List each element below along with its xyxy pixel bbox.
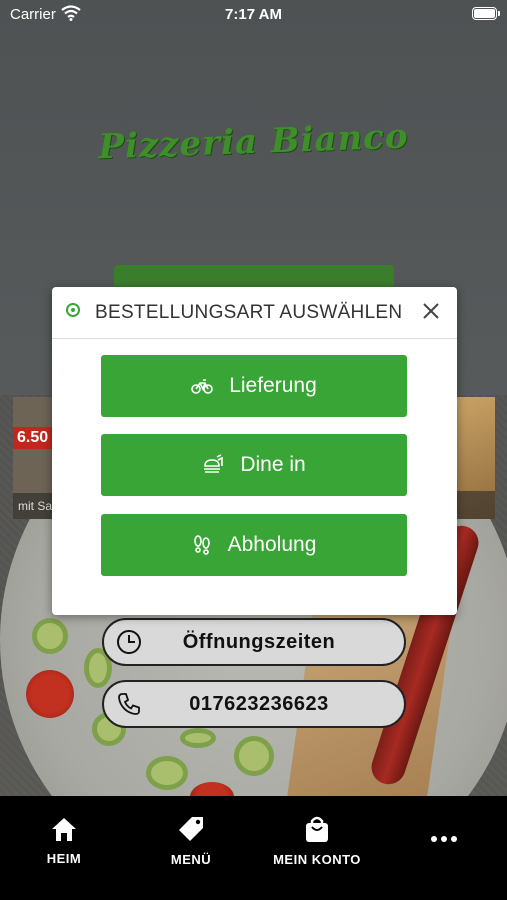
tomato-slice (26, 670, 74, 718)
tab-home-label: HEIM (46, 851, 82, 866)
pickup-button[interactable]: Abholung (101, 514, 407, 576)
battery-icon (472, 7, 497, 20)
order-type-modal: BESTELLUNGSART AUSWÄHLEN Lieferung Dine … (52, 287, 457, 615)
status-bar: Carrier 7:17 AM (0, 0, 507, 30)
pickup-label: Abholung (227, 533, 317, 556)
pepper-ring (180, 728, 216, 748)
tab-account[interactable]: MEIN KONTO (267, 796, 367, 886)
phone-button[interactable]: 017623236623 (102, 680, 406, 728)
phone-number: 017623236623 (189, 692, 329, 715)
modal-title: BESTELLUNGSART AUSWÄHLEN (95, 301, 403, 323)
pepper-ring (146, 756, 188, 790)
battery-tip (498, 11, 500, 16)
home-icon (50, 816, 78, 847)
pepper-ring (234, 736, 274, 776)
shopping-bag-icon (304, 815, 330, 848)
clock-icon (104, 620, 154, 664)
modal-header: BESTELLUNGSART AUSWÄHLEN (52, 287, 457, 339)
bicycle-icon (191, 377, 214, 395)
dine-in-label: Dine in (240, 453, 306, 476)
opening-hours-label: Öffnungszeiten (182, 630, 336, 653)
gear-icon (65, 302, 81, 323)
card-price: 6.50 (13, 427, 53, 449)
burger-drink-icon (202, 454, 224, 476)
dine-in-button[interactable]: Dine in (101, 434, 407, 496)
tag-icon (177, 815, 205, 848)
bottom-tab-bar: HEIM MENÜ MEIN KONTO (0, 796, 507, 900)
delivery-label: Lieferung (229, 374, 317, 397)
delivery-button[interactable]: Lieferung (101, 355, 407, 417)
opening-hours-button[interactable]: Öffnungszeiten (102, 618, 406, 666)
clock-time: 7:17 AM (225, 6, 282, 23)
pepper-ring (32, 618, 68, 654)
footprints-icon (192, 534, 212, 556)
more-icon (430, 830, 458, 848)
tab-menu[interactable]: MENÜ (141, 796, 241, 886)
tab-menu-label: MENÜ (170, 852, 212, 867)
tab-account-label: MEIN KONTO (273, 852, 361, 867)
app-logo: Pizzeria Bianco (97, 116, 410, 168)
tab-home[interactable]: HEIM (14, 796, 114, 886)
phone-icon (104, 682, 154, 726)
tab-more[interactable] (394, 796, 494, 886)
close-icon[interactable] (419, 299, 443, 323)
